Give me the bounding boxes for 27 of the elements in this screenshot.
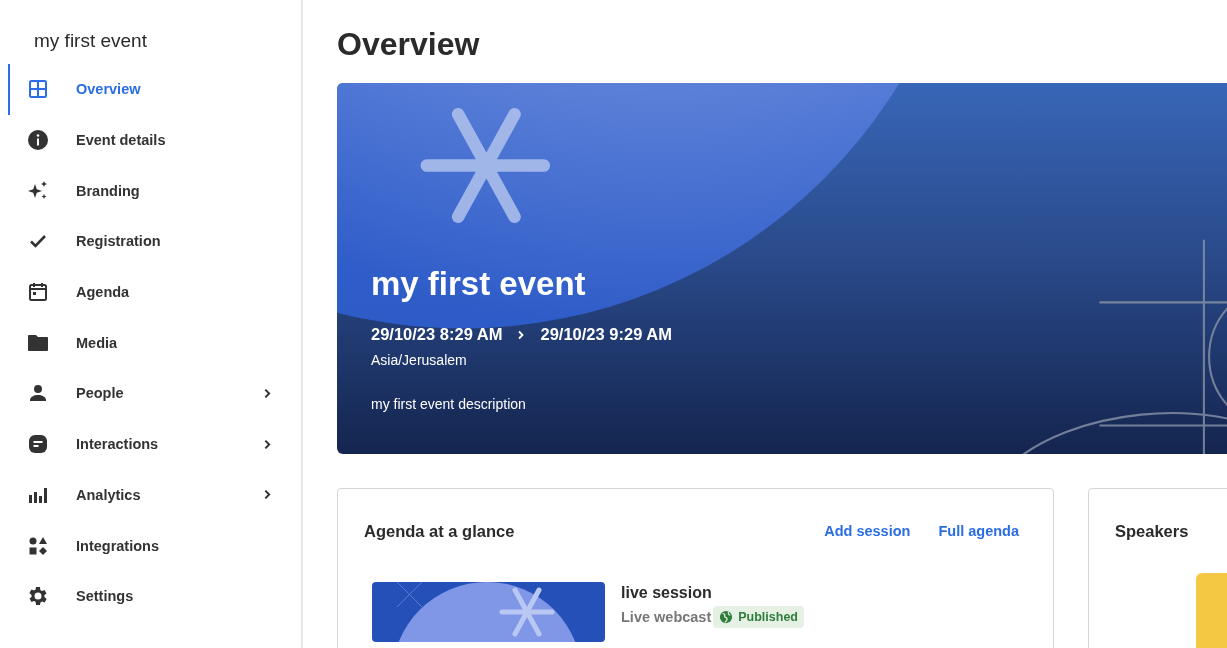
sidebar-item[interactable]: Analytics <box>8 469 301 521</box>
card-title: Agenda at a glance <box>364 521 515 541</box>
session-title: live session <box>621 584 713 602</box>
globe-icon <box>719 610 734 624</box>
info-icon <box>26 128 50 153</box>
sidebar-item[interactable]: Settings <box>8 570 301 622</box>
event-name: my first event <box>33 30 148 52</box>
sidebar-item[interactable]: Media <box>8 317 301 369</box>
session-type: Live webcast <box>621 609 712 625</box>
sidebar-item[interactable]: Integrations <box>8 520 301 571</box>
event-description: my first event description <box>371 396 527 412</box>
end-datetime: 29/10/23 9:29 AM <box>540 325 672 344</box>
timezone: Asia/Jerusalem <box>371 352 468 368</box>
sidebar-item[interactable]: Event details <box>8 114 301 166</box>
event-title: my first event <box>371 265 587 303</box>
sidebar-item[interactable]: Branding <box>8 165 301 217</box>
sidebar-item[interactable]: Registration <box>8 216 301 267</box>
status-badge: Published <box>713 606 804 628</box>
page-title: Overview <box>337 26 481 63</box>
card-title: Speakers <box>1115 521 1189 541</box>
agenda-link[interactable]: Add session <box>824 523 911 539</box>
start-datetime: 29/10/23 8:29 AM <box>371 325 503 344</box>
agenda-link[interactable]: Full agenda <box>938 523 1019 539</box>
sidebar-item[interactable]: People <box>8 368 301 419</box>
sidebar-item[interactable]: Interactions <box>8 418 301 470</box>
sidebar-item[interactable]: Overview <box>8 64 301 115</box>
sidebar-item[interactable]: Agenda <box>8 266 301 318</box>
